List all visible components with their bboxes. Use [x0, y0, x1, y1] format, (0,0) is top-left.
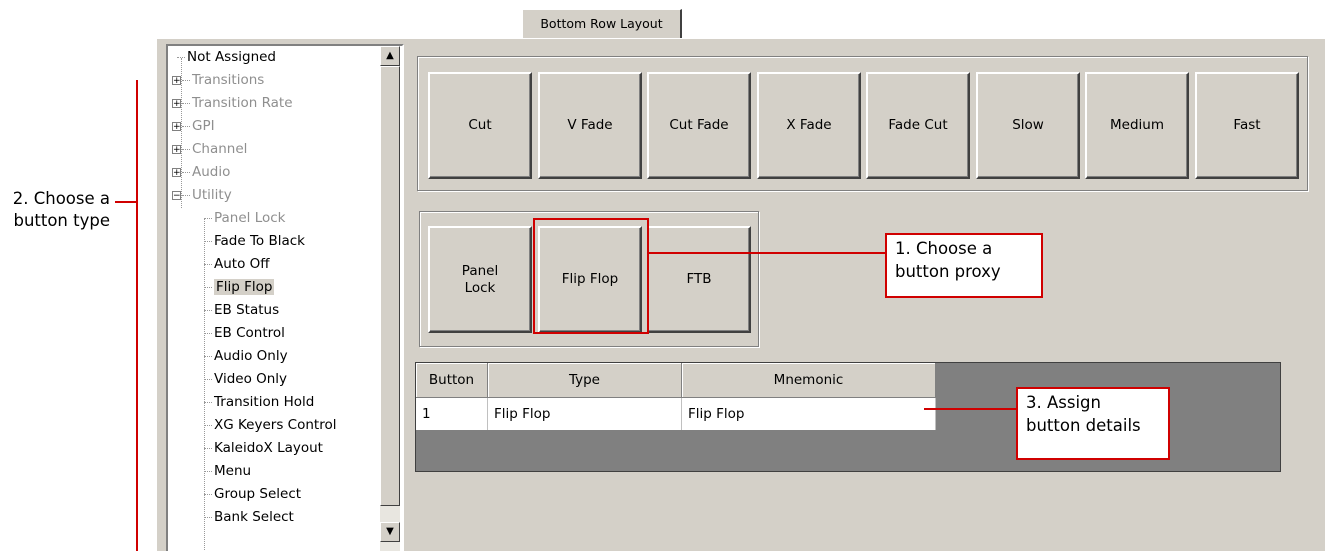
- tree-item-flip-flop[interactable]: Flip Flop: [204, 276, 275, 299]
- tree-item-label: EB Control: [214, 325, 285, 341]
- expand-icon[interactable]: +: [172, 144, 181, 154]
- proxy-button-ftb[interactable]: FTB: [647, 226, 751, 333]
- annotation-step-2: 2. Choose a button type: [12, 189, 110, 230]
- annotation-leader-line: [924, 408, 1017, 410]
- tree-item-auto-off[interactable]: Auto Off: [204, 253, 270, 276]
- tree-item-utility[interactable]: − Utility: [172, 184, 232, 207]
- scrollbar-thumb[interactable]: [380, 66, 400, 506]
- tree-item-label: Not Assigned: [187, 49, 276, 65]
- proxy-button-v-fade[interactable]: V Fade: [538, 72, 642, 179]
- tree-item-label: Auto Off: [214, 256, 270, 272]
- tree-item-channel[interactable]: + Channel: [172, 138, 247, 161]
- annotation-leader-line: [649, 252, 886, 254]
- proxy-button-fade-cut[interactable]: Fade Cut: [866, 72, 970, 179]
- proxy-button-cut[interactable]: Cut: [428, 72, 532, 179]
- scroll-down-arrow-icon[interactable]: ▼: [380, 522, 400, 542]
- tree-scrollbar[interactable]: ▲ ▼: [380, 46, 400, 551]
- tree-item-label: Panel Lock: [214, 210, 286, 226]
- tab-bottom-row-layout[interactable]: Bottom Row Layout: [522, 9, 682, 39]
- tree-item-label: Video Only: [214, 371, 288, 387]
- table-cell-button[interactable]: 1: [416, 398, 488, 430]
- proxy-button-cut-fade[interactable]: Cut Fade: [647, 72, 751, 179]
- tree-item-label: Group Select: [214, 486, 302, 502]
- tree-item-label: XG Keyers Control: [214, 417, 337, 433]
- tree-item-transition-rate[interactable]: + Transition Rate: [172, 92, 293, 115]
- annotation-bracket-line: [136, 80, 138, 551]
- table-cell-mnemonic[interactable]: Flip Flop: [682, 398, 936, 430]
- tree-item-eb-status[interactable]: EB Status: [204, 299, 279, 322]
- collapse-icon[interactable]: −: [172, 190, 181, 200]
- tree-item-label: Audio: [192, 164, 231, 180]
- column-header-mnemonic[interactable]: Mnemonic: [682, 363, 936, 398]
- tree-item-label: Bank Select: [214, 509, 294, 525]
- expand-icon[interactable]: +: [172, 121, 181, 131]
- tree-item-eb-control[interactable]: EB Control: [204, 322, 285, 345]
- proxy-button-slow[interactable]: Slow: [976, 72, 1080, 179]
- column-header-button[interactable]: Button: [416, 363, 488, 398]
- tree-item-menu[interactable]: Menu: [204, 460, 251, 483]
- tree-item-audio[interactable]: + Audio: [172, 161, 230, 184]
- tree-item-label: GPI: [192, 118, 215, 134]
- tree-item-not-assigned[interactable]: Not Assigned: [177, 46, 276, 69]
- tree-item-transition-hold[interactable]: Transition Hold: [204, 391, 314, 414]
- tree-item-audio-only[interactable]: Audio Only: [204, 345, 288, 368]
- column-header-type[interactable]: Type: [488, 363, 682, 398]
- tree-item-label: Menu: [214, 463, 252, 479]
- proxy-button-fast[interactable]: Fast: [1195, 72, 1299, 179]
- expand-icon[interactable]: +: [172, 167, 181, 177]
- tree-item-label: Utility: [192, 187, 232, 203]
- tree-item-label: KaleidoX Layout: [214, 440, 323, 456]
- expand-icon[interactable]: +: [172, 98, 181, 108]
- tree-item-label: Fade To Black: [214, 233, 305, 249]
- tree-item-panel-lock[interactable]: Panel Lock: [204, 207, 286, 230]
- annotation-step-1: 1. Choose a button proxy: [885, 233, 1043, 298]
- button-type-tree[interactable]: Not Assigned + Transitions + Transition Ra…: [166, 44, 404, 551]
- tree-item-group-select[interactable]: Group Select: [204, 483, 301, 506]
- tree-item-label: Transition Rate: [192, 95, 293, 111]
- tree-item-kaleidox-layout[interactable]: KaleidoX Layout: [204, 437, 323, 460]
- selected-proxy-highlight: [533, 218, 649, 334]
- tree-item-label: Flip Flop: [214, 279, 275, 295]
- tree-item-xg-keyers-control[interactable]: XG Keyers Control: [204, 414, 336, 437]
- proxy-button-panel-lock[interactable]: Panel Lock: [428, 226, 532, 333]
- tree-item-video-only[interactable]: Video Only: [204, 368, 287, 391]
- tree-item-bank-select[interactable]: Bank Select: [204, 506, 294, 529]
- proxy-button-medium[interactable]: Medium: [1085, 72, 1189, 179]
- tree-item-label: Audio Only: [214, 348, 288, 364]
- scroll-up-arrow-icon[interactable]: ▲: [380, 46, 400, 66]
- proxy-button-x-fade[interactable]: X Fade: [757, 72, 861, 179]
- annotation-step-3: 3. Assign button details: [1016, 387, 1170, 460]
- expand-icon[interactable]: +: [172, 75, 181, 85]
- tree-item-label: EB Status: [214, 302, 280, 318]
- tree-item-label: Transitions: [192, 72, 265, 88]
- tree-item-transitions[interactable]: + Transitions: [172, 69, 264, 92]
- annotation-leader-line: [115, 201, 137, 203]
- tree-item-label: Channel: [192, 141, 248, 157]
- tree-item-gpi[interactable]: + GPI: [172, 115, 215, 138]
- tree-item-fade-to-black[interactable]: Fade To Black: [204, 230, 305, 253]
- table-cell-type[interactable]: Flip Flop: [488, 398, 682, 430]
- tree-item-label: Transition Hold: [214, 394, 315, 410]
